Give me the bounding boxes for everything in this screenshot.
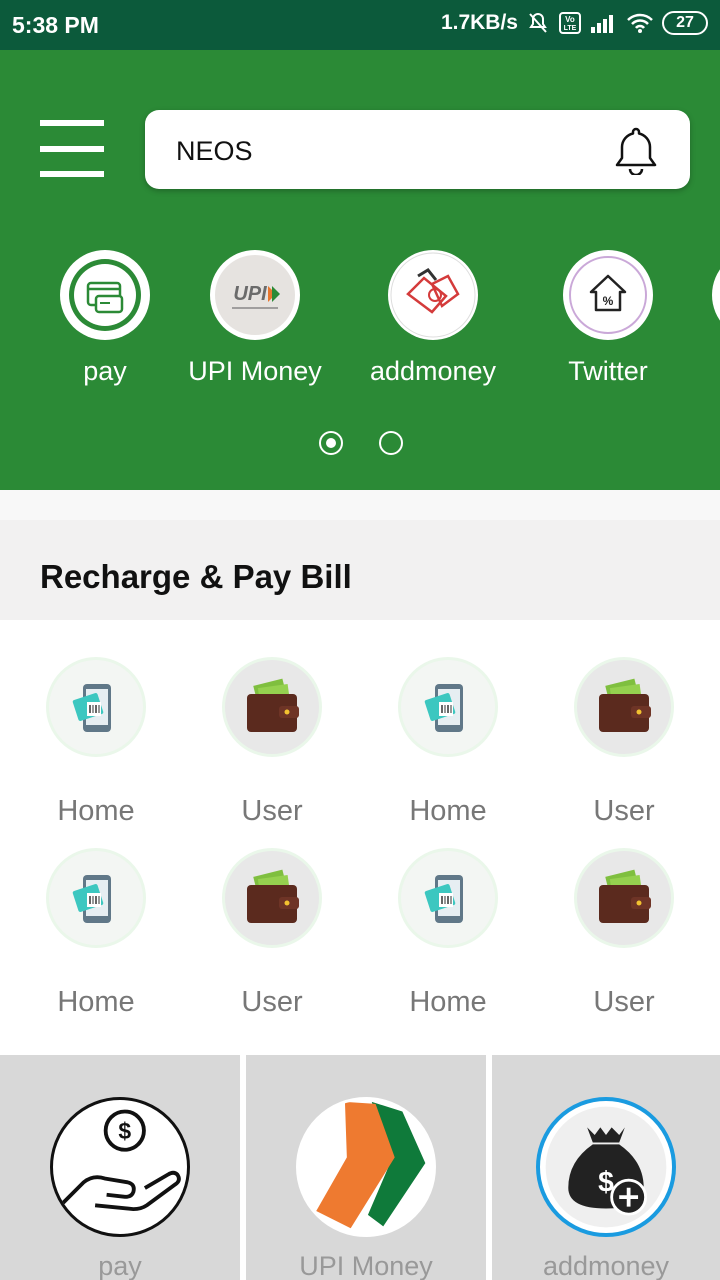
grid-item-label: User — [241, 795, 303, 827]
grid-item-user[interactable]: User — [536, 848, 712, 1019]
mobile-bill-icon — [398, 657, 498, 757]
grid-item-user[interactable]: User — [536, 657, 712, 828]
grid-item-label: Home — [57, 986, 135, 1018]
svg-text:LTE: LTE — [564, 25, 577, 32]
notification-bell-icon[interactable] — [612, 125, 660, 180]
grid-item-home[interactable]: Home — [360, 848, 536, 1019]
hand-dollar-icon: $ — [50, 1097, 190, 1237]
quick-action-label: addmoney — [369, 356, 497, 386]
section-title: Recharge & Pay Bill — [40, 558, 352, 595]
search-bar[interactable]: NEOS — [145, 110, 690, 189]
grid-item-home[interactable]: Home — [8, 848, 184, 1019]
svg-text:%: % — [603, 294, 614, 308]
handshake-icon — [388, 250, 478, 340]
card-label: UPI Money — [299, 1251, 433, 1280]
status-bar: 5:38 PM 1.7KB/s Vo LTE 27 — [0, 0, 720, 50]
network-speed: 1.7KB/s — [440, 11, 518, 34]
card-addmoney[interactable]: $ addmoney — [492, 1055, 720, 1280]
quick-action-label: Twitter — [568, 356, 648, 386]
money-bag-add-icon: $ — [536, 1097, 676, 1237]
mobile-bill-icon — [398, 848, 498, 948]
grid-item-home[interactable]: Home — [8, 657, 184, 828]
card-upi-money[interactable]: UPI Money — [246, 1055, 486, 1280]
wallet-icon — [222, 848, 322, 948]
mobile-bill-icon — [46, 848, 146, 948]
mobile-bill-icon — [46, 657, 146, 757]
signal-icon — [590, 12, 618, 34]
grid-item-label: User — [241, 986, 303, 1018]
section-header: Recharge & Pay Bill — [0, 520, 720, 620]
section-spacer — [0, 490, 720, 520]
wallet-icon — [574, 848, 674, 948]
card-pay[interactable]: $ pay — [0, 1055, 240, 1280]
svg-text:$: $ — [118, 1118, 131, 1144]
app-title: NEOS — [176, 136, 253, 166]
house-percent-icon: % — [563, 250, 653, 340]
card-label: addmoney — [542, 1251, 670, 1280]
status-icons: 1.7KB/s Vo LTE 27 — [441, 11, 708, 35]
wallet-icon — [222, 657, 322, 757]
quick-action-upi-money[interactable]: UPI UPI Money — [165, 250, 345, 387]
mute-bell-icon — [526, 11, 550, 35]
svg-text:UPI: UPI — [233, 283, 267, 305]
grid-item-label: User — [593, 795, 655, 827]
volte-icon: Vo LTE — [558, 11, 582, 35]
header: NEOS pay UPI UPI Money addmoney % Twitte… — [0, 50, 720, 490]
carousel-dot-2[interactable] — [379, 431, 403, 455]
card-payment-icon — [60, 250, 150, 340]
svg-text:Vo: Vo — [565, 15, 575, 24]
quick-action-label: UPI Money — [188, 356, 322, 386]
quick-action-next-partial[interactable] — [712, 250, 720, 340]
quick-action-twitter[interactable]: % Twitter — [518, 250, 698, 387]
carousel-dot-1[interactable] — [319, 431, 343, 455]
quick-action-addmoney[interactable]: addmoney — [343, 250, 523, 387]
grid-item-label: User — [593, 986, 655, 1018]
status-time: 5:38 PM — [12, 12, 99, 38]
menu-button[interactable] — [40, 120, 104, 180]
wallet-icon — [574, 657, 674, 757]
upi-logo-icon: UPI — [210, 250, 300, 340]
grid-item-user[interactable]: User — [184, 657, 360, 828]
grid-item-user[interactable]: User — [184, 848, 360, 1019]
grid-item-home[interactable]: Home — [360, 657, 536, 828]
grid-item-label: Home — [409, 986, 487, 1018]
grid-item-label: Home — [57, 795, 135, 827]
wifi-icon — [626, 12, 654, 34]
card-label: pay — [98, 1251, 142, 1280]
battery-indicator: 27 — [662, 11, 708, 35]
upi-arrow-icon — [296, 1097, 436, 1237]
grid-item-label: Home — [409, 795, 487, 827]
